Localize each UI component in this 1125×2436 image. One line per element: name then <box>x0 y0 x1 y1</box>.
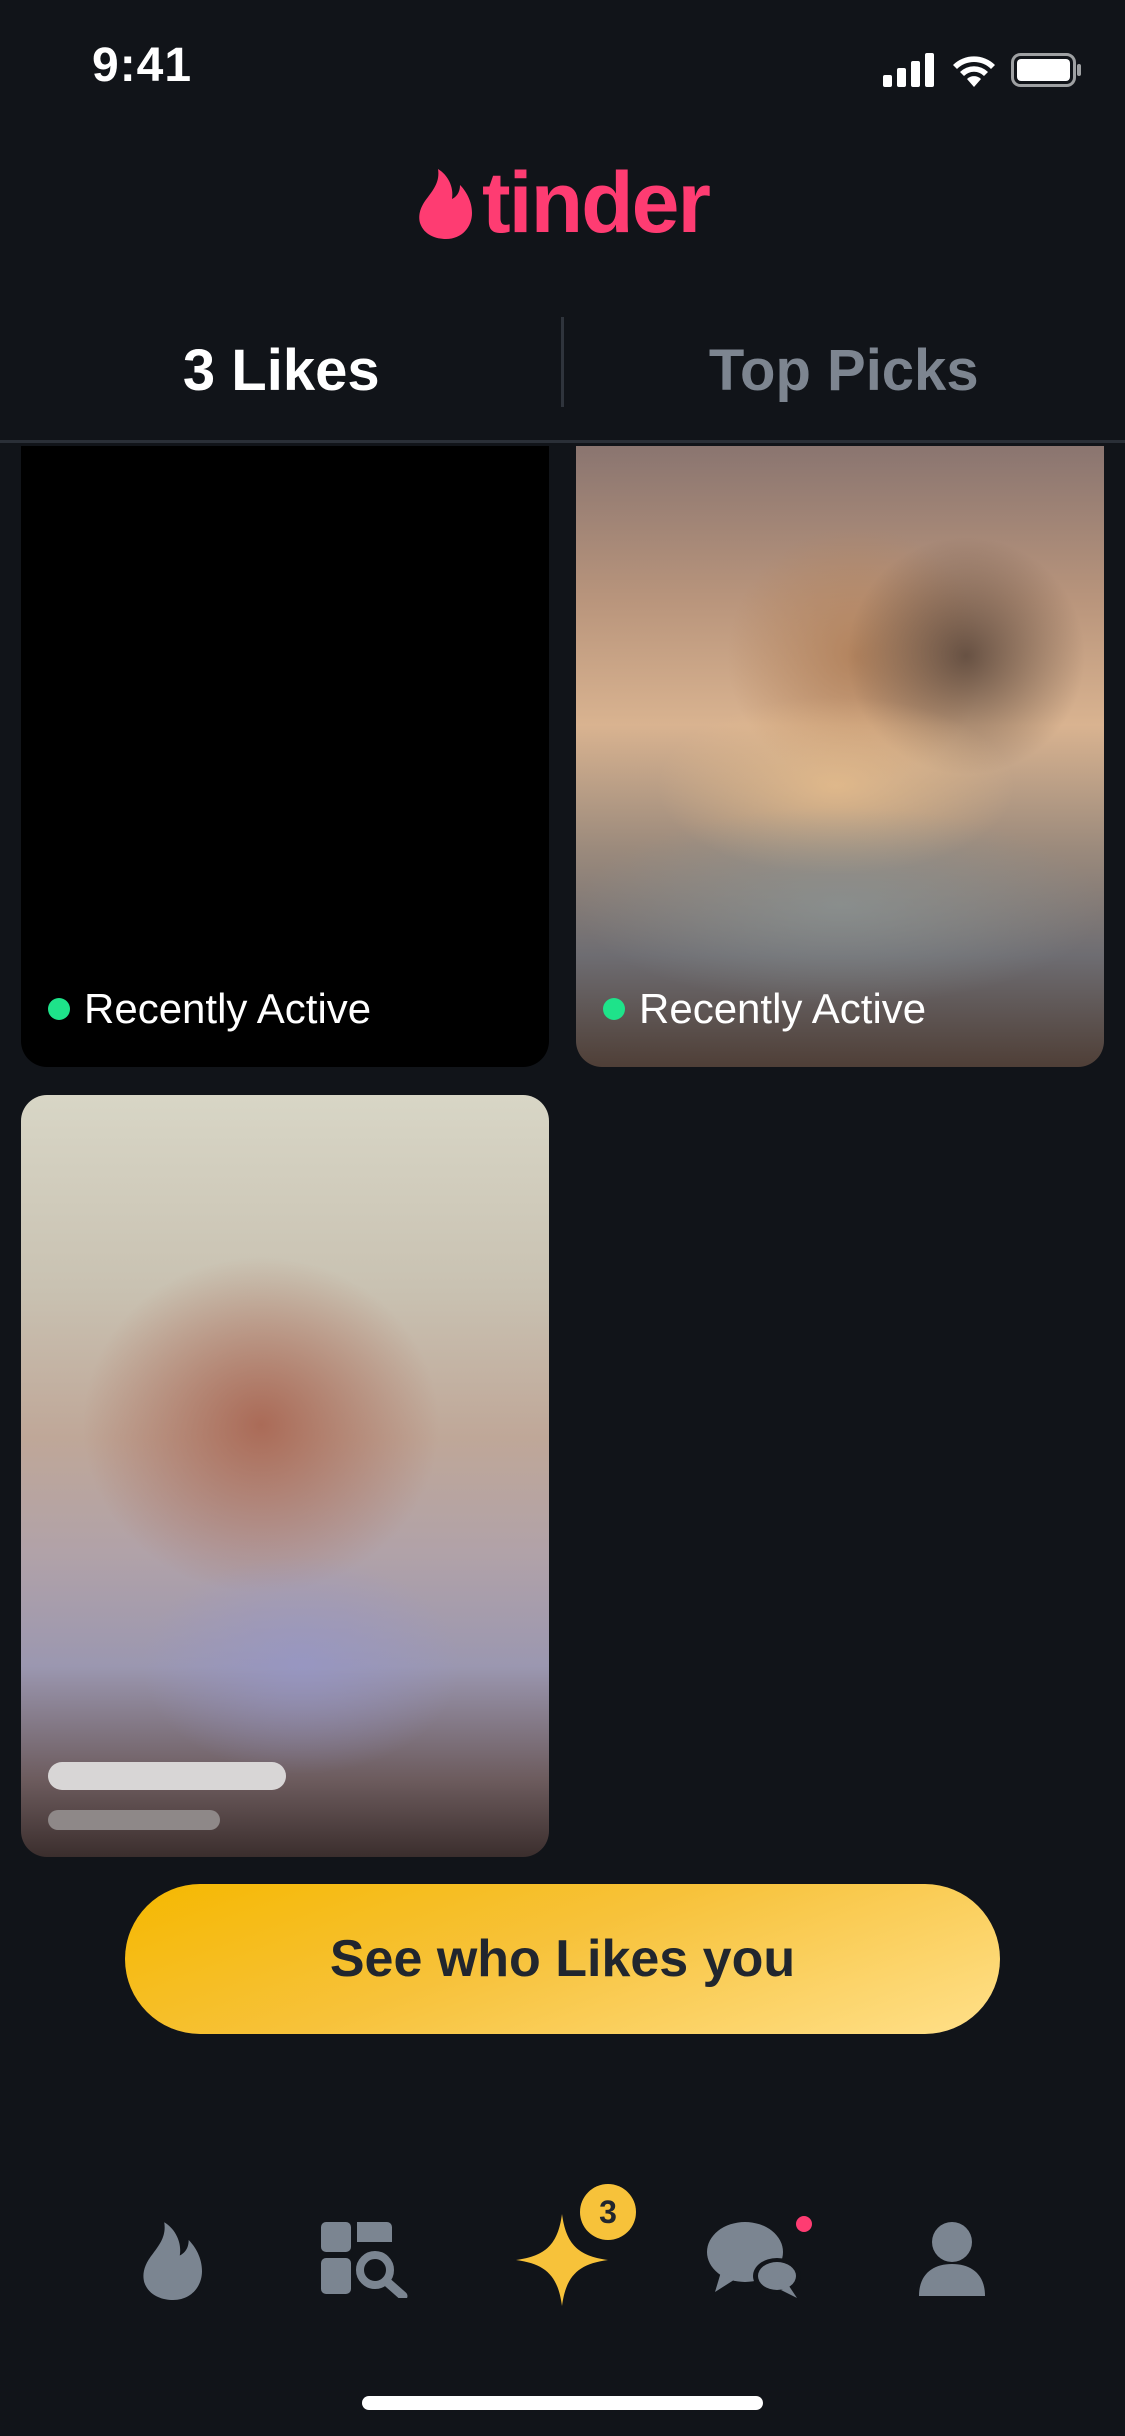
tab-divider <box>561 317 564 407</box>
nav-discover[interactable] <box>112 2200 232 2320</box>
status-bar: 9:41 <box>0 0 1125 132</box>
recently-active-badge: Recently Active <box>603 985 926 1033</box>
flame-logo-icon <box>419 169 473 239</box>
bottom-nav: 3 <box>0 2184 1125 2330</box>
name-placeholder <box>48 1762 286 1790</box>
wifi-icon <box>953 56 995 87</box>
flame-icon <box>143 2222 202 2300</box>
status-icons <box>883 50 1083 90</box>
blurred-photo-lower <box>141 1555 461 1775</box>
see-who-likes-you-button[interactable]: See who Likes you <box>125 1884 1000 2034</box>
unread-dot <box>796 2216 812 2232</box>
nav-explore[interactable] <box>306 2200 426 2320</box>
recently-active-badge: Recently Active <box>48 985 371 1033</box>
app-logo: tinder <box>0 160 1125 246</box>
status-time: 9:41 <box>92 39 193 92</box>
likes-tabs: 3 Likes Top Picks <box>0 300 1125 443</box>
profile-icon <box>919 2222 985 2296</box>
likes-count-badge: 3 <box>580 2184 636 2240</box>
signal-icon <box>883 53 934 87</box>
info-placeholder <box>48 1810 220 1830</box>
chat-icon <box>707 2222 801 2298</box>
likes-screen: 9:41 tinder 3 Likes Top Picks Recently A… <box>0 0 1125 2436</box>
badge-label: Recently Active <box>84 985 372 1032</box>
explore-icon <box>321 2222 408 2298</box>
blurred-photo-lower <box>576 806 1104 1006</box>
tab-likes[interactable]: 3 Likes <box>0 300 563 440</box>
home-indicator <box>362 2396 763 2410</box>
tab-top-picks[interactable]: Top Picks <box>563 300 1125 440</box>
blurred-photo <box>81 1255 441 1595</box>
online-dot <box>603 998 625 1020</box>
nav-profile[interactable] <box>892 2200 1012 2320</box>
like-card[interactable] <box>21 1095 549 1857</box>
online-dot <box>48 998 70 1020</box>
battery-icon <box>1011 53 1081 87</box>
logo-text: tinder <box>482 155 711 251</box>
badge-label: Recently Active <box>639 985 927 1032</box>
like-card[interactable]: Recently Active <box>21 446 549 1067</box>
like-card[interactable]: Recently Active <box>576 446 1104 1067</box>
